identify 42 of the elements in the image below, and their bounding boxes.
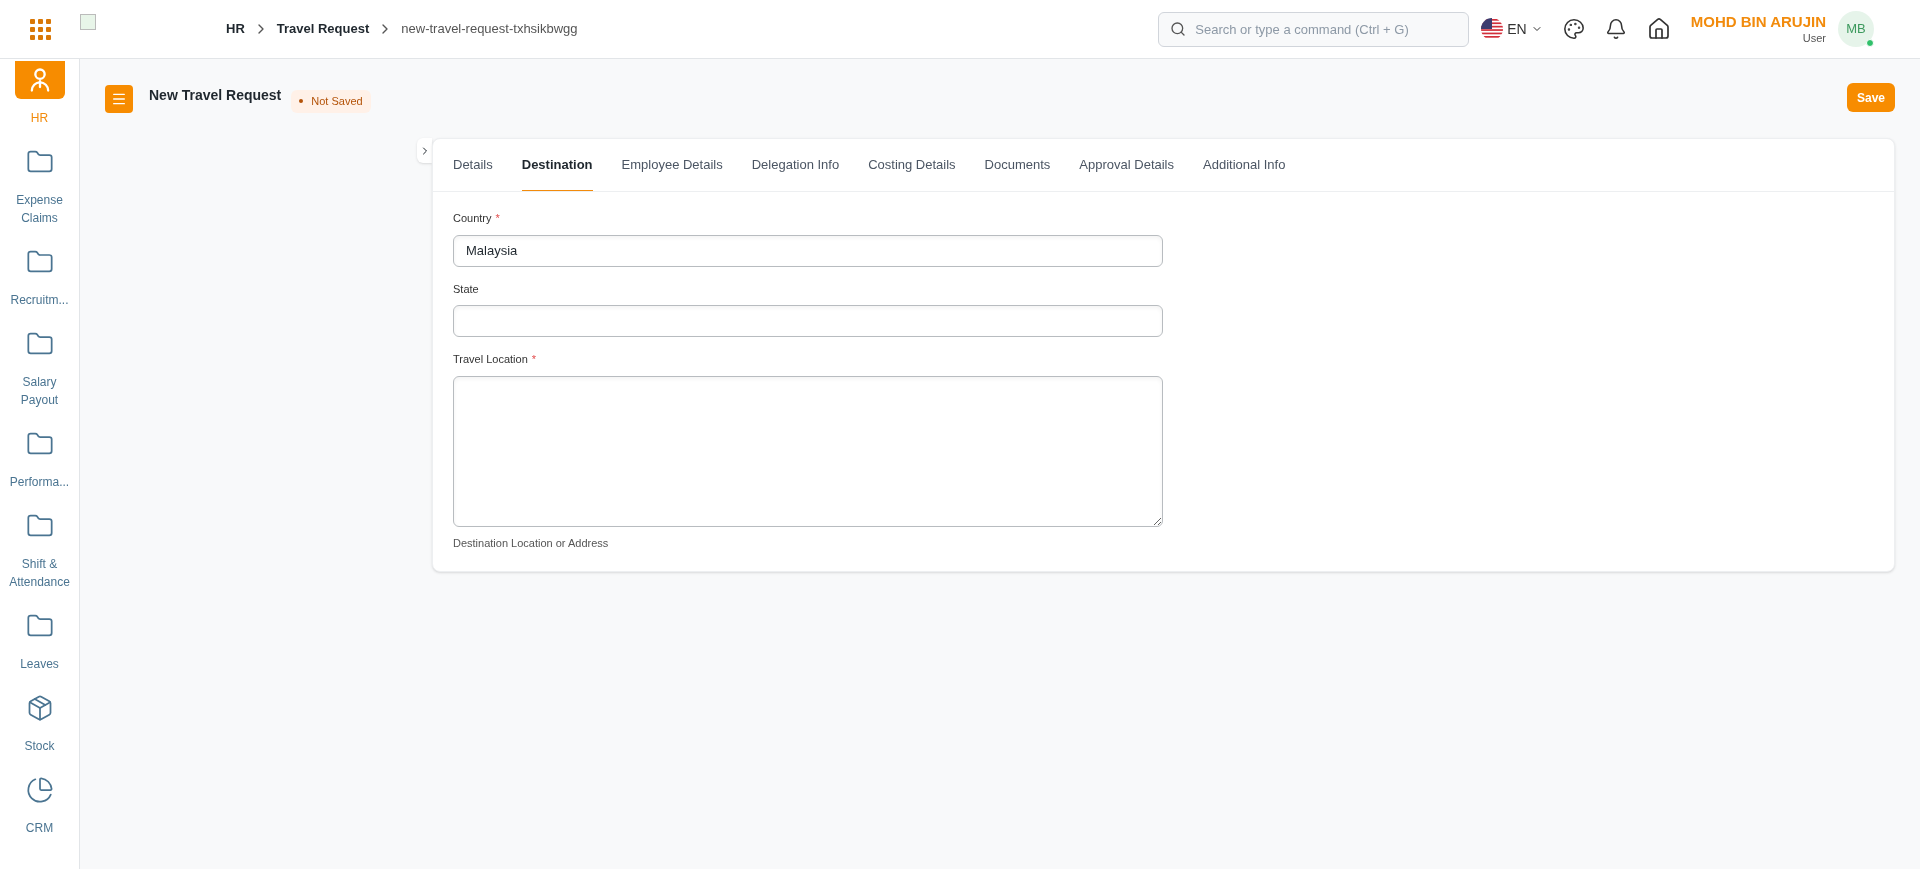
breadcrumb-link[interactable]: Travel Request [276,19,370,39]
tab[interactable]: Costing Details [868,139,956,191]
app-grid-icon[interactable] [29,18,51,40]
tab[interactable]: Employee Details [621,139,723,191]
tab[interactable]: Approval Details [1079,139,1174,191]
field-description: Destination Location or Address [453,535,610,551]
sidebar-item[interactable]: CRM [0,771,79,837]
notification-icon[interactable] [1604,18,1627,40]
menu-icon [111,91,127,107]
search-field[interactable]: Search or type a command (Ctrl + G) [1158,11,1470,47]
sidebar-item[interactable]: Performa... [0,425,79,491]
user-name: MOHD BIN ARUJIN [1690,12,1826,32]
flag-icon [1481,18,1504,40]
breadcrumb-link[interactable]: HR [226,19,245,39]
sidebar-item[interactable]: Salary Payout [0,325,79,409]
breadcrumb-link[interactable]: new-travel-request-txhsikbwgg [401,19,578,39]
sidebar-item[interactable]: Stock [0,689,79,755]
tab[interactable]: Documents [984,139,1051,191]
tab[interactable]: Details [453,139,493,191]
field-label: Travel Location * [453,352,538,367]
sidebar-item[interactable]: Recruitm... [0,243,79,309]
search-icon [1170,20,1187,37]
user-role: User [1802,31,1826,46]
pie-chart-icon [25,776,54,804]
sidebar-item[interactable]: Expense Claims [0,143,79,227]
tab[interactable]: Delegation Info [751,139,840,191]
home-icon[interactable] [1646,17,1671,41]
field-label: Country * [453,211,501,226]
field-label: State [453,281,480,297]
tab[interactable]: Additional Info [1203,139,1286,191]
language-selector[interactable]: EN [1481,18,1543,40]
menu-button[interactable] [105,85,133,113]
page-title: New Travel Request [149,86,282,105]
sidebar-item[interactable]: Shift & Attendance [0,507,79,591]
palette-icon[interactable] [1562,18,1585,40]
input-field[interactable] [453,305,1163,337]
status-badge: Not Saved [291,90,371,113]
sidebar-toggle-button[interactable] [417,138,432,163]
broken-image-icon [80,14,96,30]
input-field[interactable]: Malaysia [453,234,1163,267]
tab[interactable]: Destination [521,139,593,191]
sidebar-item[interactable]: Leaves [0,607,79,673]
